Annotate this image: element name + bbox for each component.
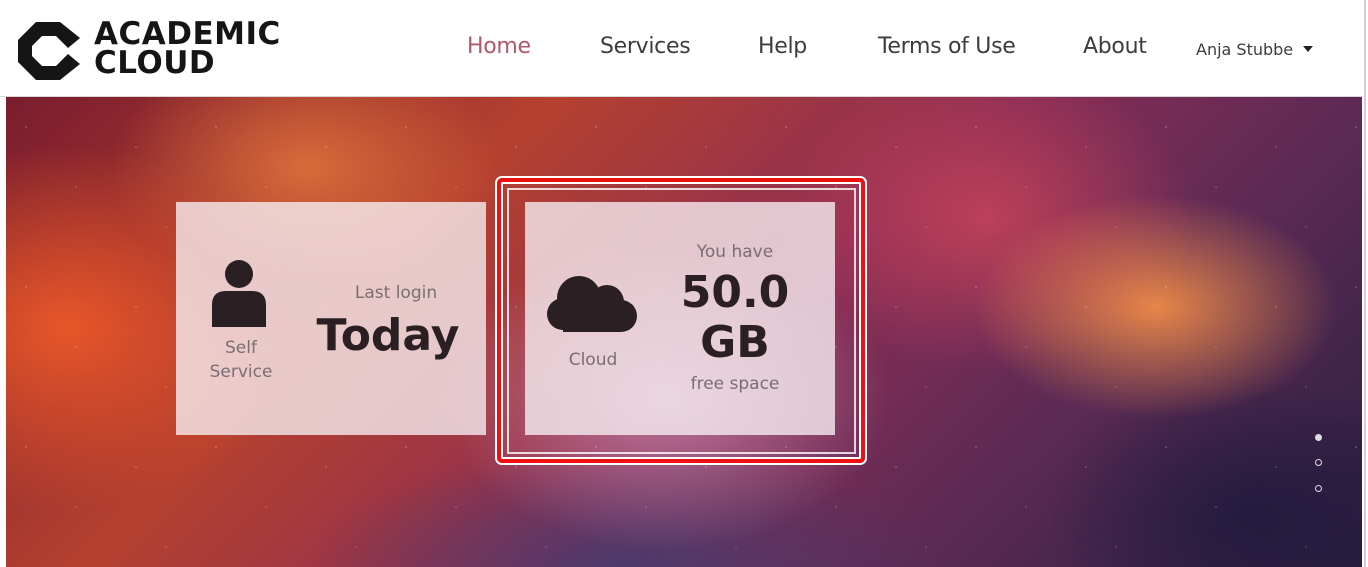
logo-text: ACADEMIC CLOUD (94, 19, 281, 81)
self-service-label: Self Service (198, 336, 284, 384)
hero-banner: Self Service Last login Today Cloud You … (6, 97, 1362, 567)
user-menu[interactable]: Anja Stubbe (1196, 40, 1314, 59)
cloud-icon (547, 276, 637, 332)
last-login-caption: Last login (354, 283, 438, 303)
free-space-amount: 50.0 (680, 267, 790, 318)
carousel-dot-1[interactable] (1315, 434, 1322, 441)
cloud-label: Cloud (568, 350, 618, 370)
logo-line-2: CLOUD (94, 45, 216, 81)
cloud-storage-tile[interactable]: Cloud You have 50.0 GB free space (525, 202, 835, 435)
nav-home[interactable]: Home (467, 34, 531, 59)
user-name: Anja Stubbe (1196, 40, 1294, 59)
nav-services[interactable]: Services (600, 34, 691, 59)
nav-help[interactable]: Help (758, 34, 807, 59)
free-space-value: 50.0 GB (675, 268, 795, 368)
person-icon (212, 260, 266, 327)
window-edge-bar (1364, 0, 1366, 567)
free-space-caption: free space (690, 374, 780, 394)
caret-down-icon (1303, 45, 1314, 52)
service-label: Service (209, 362, 273, 382)
nav-terms-of-use[interactable]: Terms of Use (878, 34, 1016, 59)
window-edge (1362, 0, 1368, 567)
academic-cloud-logo-icon (18, 22, 80, 80)
free-space-unit: GB (700, 317, 770, 368)
last-login-value: Today (316, 310, 460, 361)
carousel-dot-2[interactable] (1315, 459, 1322, 466)
you-have-caption: You have (696, 242, 774, 262)
self-label: Self (225, 338, 257, 358)
academic-cloud-logo[interactable]: ACADEMIC CLOUD (18, 18, 288, 82)
top-navbar: ACADEMIC CLOUD Home Services Help Terms … (0, 0, 1368, 97)
self-service-tile[interactable]: Self Service Last login Today (176, 202, 486, 435)
nav-about[interactable]: About (1083, 34, 1147, 59)
carousel-dot-3[interactable] (1315, 485, 1322, 492)
